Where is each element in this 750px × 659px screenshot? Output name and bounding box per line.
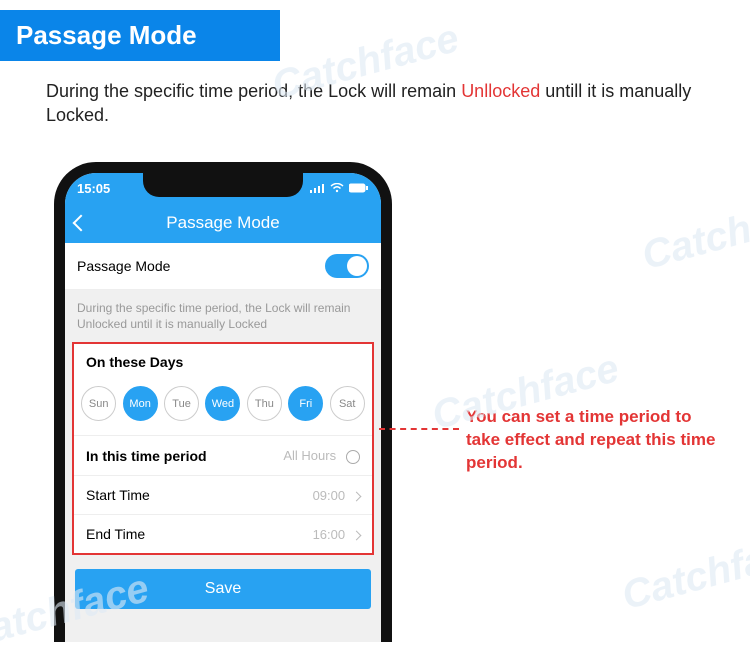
back-icon[interactable] (73, 215, 90, 232)
phone-frame: 15:05 Passage Mode Passage Mode During t… (54, 162, 392, 642)
passage-mode-toggle-row: Passage Mode (65, 243, 381, 290)
time-period-label: In this time period (86, 448, 207, 464)
day-sat[interactable]: Sat (330, 386, 365, 421)
passage-mode-label: Passage Mode (77, 258, 170, 274)
callout-text: You can set a time period to take effect… (466, 406, 728, 475)
all-hours-radio[interactable] (346, 450, 360, 464)
desc-pre: During the specific time period, the Loc… (46, 81, 461, 101)
passage-mode-toggle[interactable] (325, 254, 369, 278)
desc-highlight: Unllocked (461, 81, 540, 101)
time-period-row[interactable]: In this time period All Hours (74, 435, 372, 474)
app-title: Passage Mode (166, 213, 279, 233)
all-hours-label: All Hours (283, 448, 336, 463)
watermark: Catchface (637, 186, 750, 279)
wifi-icon (330, 181, 344, 196)
end-time-value: 16:00 (313, 527, 346, 542)
chevron-right-icon (352, 491, 362, 501)
chevron-right-icon (352, 530, 362, 540)
day-tue[interactable]: Tue (164, 386, 199, 421)
end-time-row[interactable]: End Time 16:00 (74, 514, 372, 553)
start-time-value: 09:00 (313, 488, 346, 503)
battery-icon (349, 181, 369, 196)
page-description: During the specific time period, the Loc… (0, 61, 750, 140)
end-time-label: End Time (86, 526, 145, 542)
day-sun[interactable]: Sun (81, 386, 116, 421)
day-thu[interactable]: Thu (247, 386, 282, 421)
phone-notch (143, 173, 303, 197)
days-row: Sun Mon Tue Wed Thu Fri Sat (74, 380, 372, 435)
save-button[interactable]: Save (75, 569, 371, 609)
help-note: During the specific time period, the Loc… (65, 290, 381, 342)
start-time-label: Start Time (86, 487, 150, 503)
day-wed[interactable]: Wed (205, 386, 240, 421)
signal-icon (310, 181, 325, 196)
watermark: Catchface (617, 526, 750, 619)
start-time-row[interactable]: Start Time 09:00 (74, 475, 372, 514)
day-fri[interactable]: Fri (288, 386, 323, 421)
page-header: Passage Mode (0, 10, 280, 61)
callout-arrow (379, 428, 459, 430)
app-titlebar: Passage Mode (65, 203, 381, 243)
days-section-title: On these Days (74, 344, 372, 380)
status-time: 15:05 (77, 181, 110, 196)
highlight-box: On these Days Sun Mon Tue Wed Thu Fri Sa… (72, 342, 374, 554)
day-mon[interactable]: Mon (123, 386, 158, 421)
